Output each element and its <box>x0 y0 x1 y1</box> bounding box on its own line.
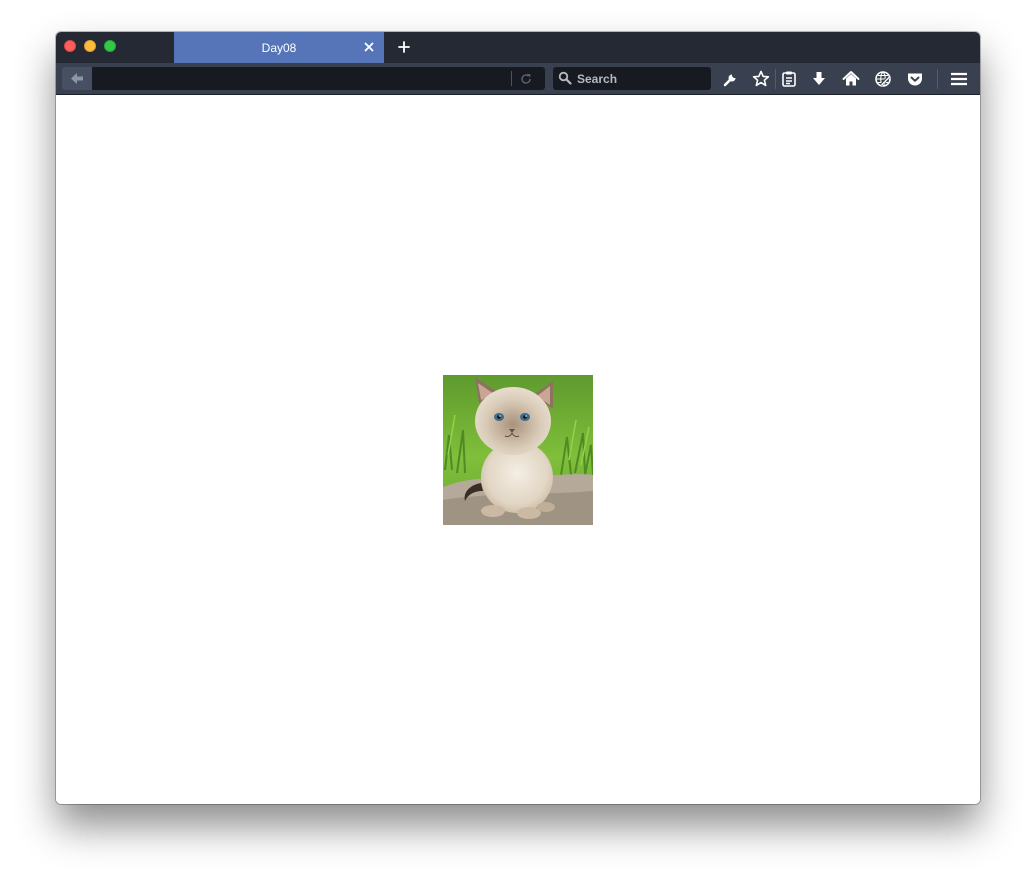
browser-window: Day08 <box>56 32 980 804</box>
back-arrow-icon <box>71 73 83 84</box>
toolbar-separator <box>937 69 938 89</box>
url-input[interactable] <box>92 67 508 90</box>
star-icon[interactable] <box>751 69 771 89</box>
url-divider <box>511 71 512 86</box>
new-tab-plus-icon[interactable] <box>396 39 412 55</box>
tab-close-icon[interactable] <box>362 39 376 55</box>
window-close-button[interactable] <box>64 40 76 52</box>
url-bar[interactable] <box>92 67 545 90</box>
tab-strip: Day08 <box>56 32 980 63</box>
window-minimize-button[interactable] <box>84 40 96 52</box>
search-bar[interactable] <box>553 67 711 90</box>
nav-toolbar <box>56 63 980 95</box>
pocket-icon[interactable] <box>905 69 925 89</box>
reload-icon[interactable] <box>517 70 535 88</box>
kitten-image <box>443 375 593 525</box>
reading-list-icon[interactable] <box>779 69 799 89</box>
page-content <box>56 95 980 804</box>
tab-day08[interactable]: Day08 <box>174 32 384 63</box>
download-icon[interactable] <box>809 69 829 89</box>
home-icon[interactable] <box>841 69 861 89</box>
search-input[interactable] <box>575 67 709 90</box>
window-maximize-button[interactable] <box>104 40 116 52</box>
tab-title: Day08 <box>261 41 297 55</box>
hamburger-menu-icon[interactable] <box>949 69 969 89</box>
wrench-icon[interactable] <box>721 69 741 89</box>
back-button[interactable] <box>62 67 92 90</box>
toolbar-separator <box>775 69 776 89</box>
search-icon <box>558 71 572 85</box>
synced-tabs-icon[interactable] <box>873 69 893 89</box>
